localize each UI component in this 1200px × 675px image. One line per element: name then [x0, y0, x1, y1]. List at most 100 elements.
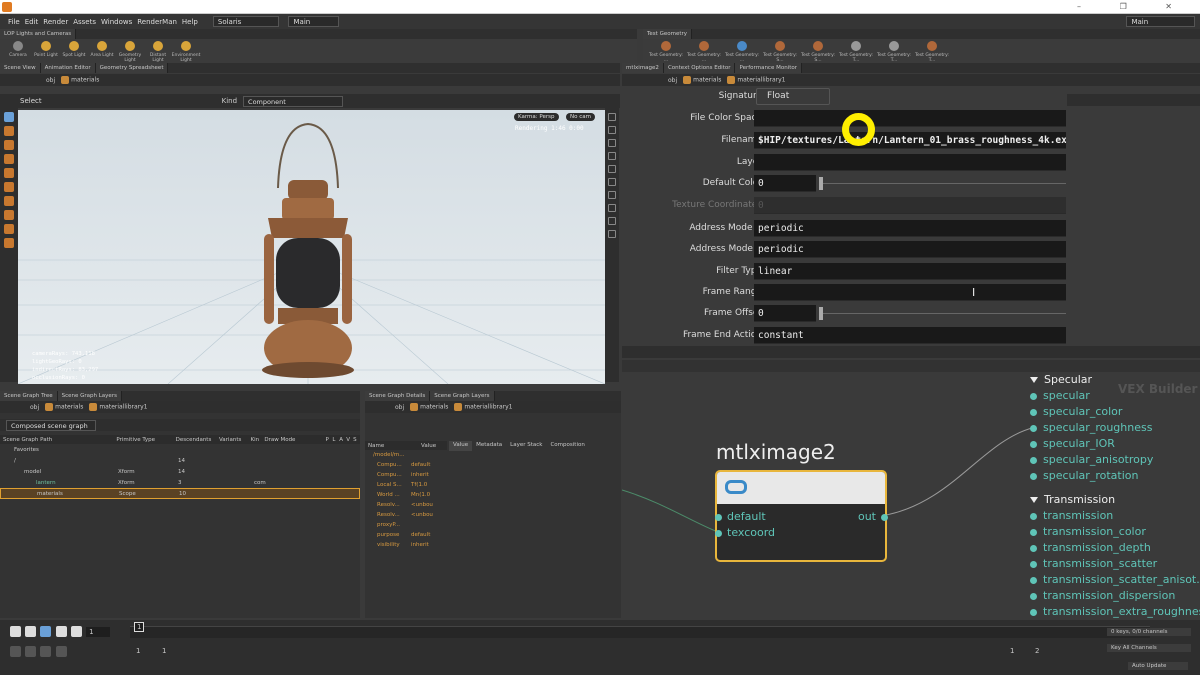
test-geometry-tool-1[interactable]: Test Geometry: ... [647, 39, 685, 63]
tab-scene-graph-tree[interactable]: Scene Graph Tree [0, 391, 58, 401]
range-start-2[interactable]: 1 [162, 647, 166, 655]
tab-scene-graph-layers[interactable]: Scene Graph Layers [430, 391, 495, 401]
detail-row[interactable]: visibility inherit [365, 540, 447, 550]
output-port-icon[interactable] [881, 513, 888, 521]
port-specular-rotation[interactable]: specular_rotation [1030, 469, 1138, 482]
spot-light-tool[interactable]: Spot Light [60, 39, 88, 58]
slider-handle-icon[interactable] [819, 177, 823, 190]
display-option-icon[interactable] [608, 191, 616, 199]
group-transmission[interactable]: Transmission [1030, 493, 1115, 506]
menu-file[interactable]: File [8, 18, 20, 26]
display-option-icon[interactable] [608, 178, 616, 186]
select-tool-icon[interactable] [4, 112, 14, 122]
subtab-layer-stack[interactable]: Layer Stack [506, 441, 547, 451]
scene-graph-filter[interactable]: Composed scene graph [6, 419, 96, 431]
audio-icon[interactable] [25, 646, 37, 657]
expand-icon[interactable] [1030, 377, 1038, 383]
tree-row-root[interactable]: /14 [0, 455, 360, 466]
menu-renderman[interactable]: RenderMan [137, 18, 177, 26]
subtab-value[interactable]: Value [449, 441, 473, 451]
scale-tool-icon[interactable] [4, 154, 14, 164]
port-transmission-scatter-anisotropy[interactable]: transmission_scatter_anisot... [1030, 573, 1200, 586]
tree-row-lantern[interactable]: lantern Xform 3 com [0, 477, 360, 488]
input-port-icon[interactable] [715, 529, 722, 537]
display-option-icon[interactable] [608, 230, 616, 238]
input-texcoord[interactable]: texcoord [715, 526, 775, 539]
tab-scene-graph-details[interactable]: Scene Graph Details [365, 391, 431, 401]
path-obj[interactable]: obj [46, 77, 55, 84]
path-obj[interactable]: obj [30, 404, 39, 411]
camera-tool-icon[interactable] [4, 210, 14, 220]
desktop-main-dropdown[interactable]: Main [288, 16, 340, 27]
geometry-light-tool[interactable]: Geometry Light [116, 39, 144, 63]
test-geometry-tool-4[interactable]: Test Geometry: S... [761, 39, 799, 63]
detail-row[interactable]: proxyP... [365, 520, 447, 530]
group-specular[interactable]: Specular [1030, 373, 1092, 386]
paint-tool-icon[interactable] [4, 238, 14, 248]
filter-type-field[interactable]: linear [754, 263, 1066, 280]
handle-tool-icon[interactable] [4, 168, 14, 178]
output-out[interactable]: out [858, 510, 888, 523]
layer-field[interactable] [754, 154, 1066, 171]
range-end-a[interactable]: 1 [1010, 647, 1014, 655]
port-transmission-color[interactable]: transmission_color [1030, 525, 1146, 538]
menu-help[interactable]: Help [182, 18, 198, 26]
detail-row[interactable]: Local S... Tf(1.0 [365, 480, 447, 490]
subtab-composition[interactable]: Composition [546, 441, 589, 451]
test-geometry-tool-8[interactable]: Test Geometry: T... [913, 39, 951, 63]
subtab-metadata[interactable]: Metadata [472, 441, 507, 451]
default-color-slider[interactable] [820, 183, 1066, 184]
shelf-tab-lights[interactable]: LOP Lights and Cameras [0, 29, 77, 39]
port-transmission[interactable]: transmission [1030, 509, 1113, 522]
step-back-icon[interactable] [25, 626, 37, 637]
kind-dropdown[interactable]: Component [243, 95, 344, 107]
desktop-dropdown[interactable]: Solaris [212, 16, 280, 27]
path-obj[interactable]: obj [395, 404, 404, 411]
port-transmission-scatter[interactable]: transmission_scatter [1030, 557, 1157, 570]
port-specular-anisotropy[interactable]: specular_anisotropy [1030, 453, 1153, 466]
detail-row[interactable]: Compu... default [365, 460, 447, 470]
tab-performance-monitor[interactable]: Performance Monitor [735, 63, 802, 73]
test-geometry-tool-7[interactable]: Test Geometry: T... [875, 39, 913, 63]
slider-handle-icon[interactable] [819, 307, 823, 320]
stop-icon[interactable] [40, 626, 52, 637]
frame-offset-slider[interactable] [820, 313, 1066, 314]
display-option-icon[interactable] [608, 217, 616, 225]
tab-animation-editor[interactable]: Animation Editor [40, 63, 96, 73]
loop-icon[interactable] [40, 646, 52, 657]
port-specular[interactable]: specular [1030, 389, 1090, 402]
display-option-icon[interactable] [608, 113, 616, 121]
detail-row[interactable]: Resolv... <unbou [365, 500, 447, 510]
address-mode-v-field[interactable]: periodic [754, 241, 1066, 258]
display-option-icon[interactable] [608, 152, 616, 160]
details-root[interactable]: /model/m... [365, 450, 447, 460]
test-geometry-tool-3[interactable]: Test Geometry: ... [723, 39, 761, 63]
default-color-field[interactable]: 0 [754, 175, 816, 192]
port-specular-roughness[interactable]: specular_roughness [1030, 421, 1152, 434]
realtime-icon[interactable] [55, 646, 67, 657]
menu-edit[interactable]: Edit [25, 18, 39, 26]
path-obj[interactable]: obj [668, 77, 677, 84]
scene-viewport[interactable]: Karma: Persp No cam Rendering 1:46 0:00 … [18, 110, 605, 384]
tab-scene-graph-layers[interactable]: Scene Graph Layers [57, 391, 122, 401]
path-materials[interactable]: materials [61, 76, 99, 84]
frame-marker[interactable]: 1 [134, 622, 145, 632]
path-materials[interactable]: materials [410, 403, 448, 411]
path-materiallibrary1[interactable]: materiallibrary1 [454, 403, 513, 411]
desktop-right-dropdown[interactable]: Main [1126, 16, 1196, 27]
tree-row-model[interactable]: model Xform 14 [0, 466, 360, 477]
file-color-space-field[interactable] [754, 110, 1066, 127]
display-option-icon[interactable] [608, 139, 616, 147]
distant-light-tool[interactable]: Distant Light [144, 39, 172, 63]
point-light-tool[interactable]: Point Light [32, 39, 60, 58]
expand-icon[interactable] [1030, 497, 1038, 503]
signature-menu[interactable]: Float [756, 88, 830, 105]
frame-range-field[interactable] [754, 284, 1066, 301]
area-light-tool[interactable]: Area Light [88, 39, 116, 58]
no-cam-menu[interactable]: No cam [566, 113, 595, 121]
filename-field[interactable]: $HIP/textures/Lantern/Lantern_01_brass_r… [754, 132, 1066, 149]
port-transmission-extra-roughness[interactable]: transmission_extra_roughness [1030, 605, 1200, 618]
tab-context-options[interactable]: Context Options Editor [663, 63, 736, 73]
play-icon[interactable] [55, 626, 67, 637]
detail-row[interactable]: World ... Mn(1.0 [365, 490, 447, 500]
